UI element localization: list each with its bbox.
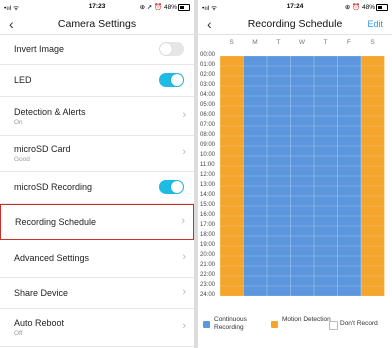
page-title: Camera Settings bbox=[57, 18, 137, 30]
nav-bar: ‹ Recording Schedule Edit bbox=[198, 14, 392, 35]
settings-row-label: Auto Reboot bbox=[14, 318, 65, 328]
settings-row-invert-image[interactable]: Invert Image bbox=[0, 34, 194, 65]
settings-row-detection-alerts[interactable]: Detection & Alerts On › bbox=[0, 97, 194, 136]
legend-swatch bbox=[203, 321, 210, 328]
chevron-right-icon: › bbox=[182, 285, 186, 298]
settings-row-share-device[interactable]: Share Device › bbox=[0, 278, 194, 309]
chevron-right-icon: › bbox=[182, 251, 186, 263]
camera-settings-screen: •ııl ᯤ 17:23 ⊕ ➚ ⏰ 48% ‹ Camera Settings… bbox=[0, 0, 194, 348]
chevron-right-icon: › bbox=[182, 146, 186, 158]
legend-label: Continuous Recording bbox=[214, 316, 247, 331]
settings-row-label: microSD Card bbox=[14, 144, 71, 154]
page-title: Recording Schedule bbox=[247, 18, 343, 30]
status-icons: ⊕ ⏰ 48% bbox=[345, 3, 388, 11]
status-bar: •ııl ᯤ 17:23 ⊕ ➚ ⏰ 48% bbox=[0, 0, 194, 14]
legend-swatch bbox=[271, 321, 278, 328]
toggle-knob bbox=[171, 74, 183, 86]
battery-icon bbox=[376, 3, 388, 11]
settings-row-label: microSD Recording bbox=[14, 182, 93, 192]
settings-list: Invert Image LED Detection & Alerts On › micr… bbox=[0, 34, 194, 347]
recording-schedule-screen: •ııl ᯤ 17:24 ⊕ ⏰ 48% ‹ Recording Schedul… bbox=[198, 0, 392, 348]
status-bar: •ııl ᯤ 17:24 ⊕ ⏰ 48% bbox=[198, 0, 392, 14]
settings-row-label: Detection & Alerts bbox=[14, 106, 86, 117]
settings-row-auto-reboot[interactable]: Auto Reboot Off › bbox=[0, 309, 194, 347]
chevron-right-icon: › bbox=[182, 320, 186, 332]
chevron-right-icon: › bbox=[181, 215, 185, 227]
settings-row-label: Share Device bbox=[14, 287, 69, 298]
settings-row-value: On bbox=[14, 118, 23, 126]
legend-label: Don't Record bbox=[340, 320, 378, 327]
toggle-switch[interactable] bbox=[159, 180, 184, 194]
settings-row-microsd-recording[interactable]: microSD Recording bbox=[0, 172, 194, 204]
settings-row-advanced-settings[interactable]: Advanced Settings › bbox=[0, 240, 194, 278]
toggle-switch[interactable] bbox=[159, 41, 184, 56]
toggle-knob bbox=[160, 42, 172, 55]
battery-icon bbox=[178, 3, 190, 11]
edit-button[interactable]: Edit bbox=[367, 19, 383, 29]
settings-row-value: Good bbox=[14, 156, 30, 163]
settings-row-label: Invert Image bbox=[14, 43, 65, 54]
settings-row-led[interactable]: LED bbox=[0, 65, 194, 97]
settings-row-microsd-card[interactable]: microSD Card Good › bbox=[0, 136, 194, 172]
toggle-knob bbox=[171, 181, 183, 193]
schedule-grid[interactable] bbox=[198, 36, 392, 298]
nav-bar: ‹ Camera Settings bbox=[0, 14, 194, 35]
chevron-right-icon: › bbox=[182, 108, 186, 121]
legend-label: Motion Detection bbox=[282, 316, 331, 323]
settings-row-recording-schedule[interactable]: Recording Schedule › bbox=[0, 204, 194, 240]
settings-row-label: Advanced Settings bbox=[14, 253, 90, 263]
legend-swatch bbox=[329, 321, 338, 330]
status-icons: ⊕ ➚ ⏰ 48% bbox=[140, 3, 190, 11]
settings-row-label: Recording Schedule bbox=[15, 217, 97, 227]
toggle-switch[interactable] bbox=[159, 73, 184, 87]
settings-row-value: Off bbox=[14, 330, 23, 337]
settings-row-label: LED bbox=[14, 75, 32, 85]
